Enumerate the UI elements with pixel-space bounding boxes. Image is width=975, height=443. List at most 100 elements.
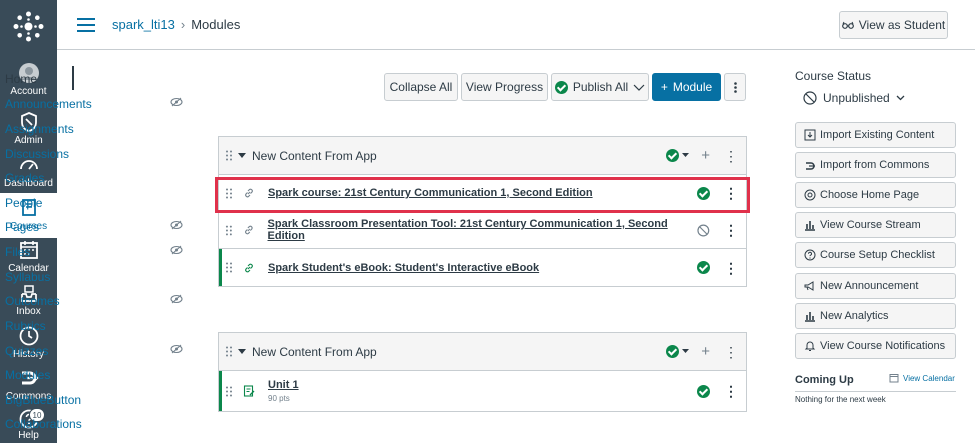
new-analytics-button[interactable]: New Analytics [795,303,956,329]
side-button-label: New Announcement [820,280,919,292]
drag-handle-icon[interactable] [225,150,233,161]
publish-all-label: Publish All [572,80,629,94]
item-kebab-icon[interactable]: ⋮ [724,261,738,275]
nothing-next-week-text: Nothing for the next week [795,395,886,404]
drag-handle-icon[interactable] [225,386,233,397]
module-header[interactable]: New Content From App + ⋮ [219,137,746,175]
module-header[interactable]: New Content From App + ⋮ [219,333,746,371]
course-nav-outcomes[interactable]: Outcomes [5,294,60,308]
course-nav-pages[interactable]: Pages [5,220,39,234]
canvas-logo-icon[interactable] [12,10,45,43]
course-nav-modules[interactable]: Modules [5,368,50,382]
calendar-icon [889,374,899,383]
course-nav-files[interactable]: Files [5,245,30,259]
course-setup-checklist-button[interactable]: Course Setup Checklist [795,242,956,268]
add-module-button[interactable]: + Module [652,73,721,101]
unpublished-icon[interactable] [697,224,710,237]
question-circle-icon [804,249,816,261]
chevron-down-icon [633,84,645,91]
module-kebab-icon[interactable]: ⋮ [724,345,738,359]
course-nav-grades[interactable]: Grades [5,171,44,185]
drag-handle-icon[interactable] [225,225,233,236]
course-nav-rubrics[interactable]: Rubrics [5,319,46,333]
module-item-row[interactable]: Spark Classroom Presentation Tool: 21st … [219,212,746,249]
item-published-icon[interactable] [697,261,710,274]
module-kebab-icon[interactable]: ⋮ [724,149,738,163]
commons-icon [806,162,815,170]
view-course-stream-button[interactable]: View Course Stream [795,212,956,238]
module-item-row[interactable]: Spark course: 21st Century Communication… [219,175,746,212]
breadcrumb-course-link[interactable]: spark_lti13 [112,17,175,32]
module-item-link[interactable]: Spark Student's eBook: Student's Interac… [268,262,539,274]
view-as-student-button[interactable]: View as Student [839,11,948,39]
item-kebab-icon[interactable]: ⋮ [724,384,738,398]
hidden-eye-icon [170,245,183,255]
view-as-student-label: View as Student [858,18,946,32]
module-item-row[interactable]: Spark Student's eBook: Student's Interac… [219,249,746,286]
item-points: 90 pts [268,394,290,403]
item-kebab-icon[interactable]: ⋮ [724,186,738,200]
course-status-heading: Course Status [795,69,872,83]
course-nav-announcements[interactable]: Announcements [5,97,92,111]
item-published-icon[interactable] [697,186,710,200]
collapse-caret-icon[interactable] [238,348,246,355]
module-item-link[interactable]: Spark Classroom Presentation Tool: 21st … [268,218,698,242]
import-from-commons-button[interactable]: Import from Commons [795,152,956,178]
active-nav-indicator [72,66,74,90]
course-nav-collaborations[interactable]: Collaborations [5,417,82,431]
hidden-eye-icon [170,220,183,230]
view-progress-button[interactable]: View Progress [461,73,548,101]
drag-handle-icon[interactable] [225,262,233,273]
more-options-button[interactable] [724,73,746,101]
published-check-icon [554,80,568,94]
side-button-label: Import from Commons [820,159,930,171]
gnav-label: Admin [14,135,43,146]
collapse-caret-icon[interactable] [238,152,246,159]
course-nav-syllabus[interactable]: Syllabus [5,270,50,284]
module-2: New Content From App + ⋮ Unit 1 90 pts ⋮ [218,332,747,412]
item-kebab-icon[interactable]: ⋮ [724,223,738,237]
external-link-icon [245,263,253,272]
course-status-dropdown[interactable]: Unpublished [803,91,905,105]
side-button-label: View Course Stream [820,219,921,231]
course-nav-home[interactable]: Home [5,72,37,86]
course-menu-toggle-button[interactable] [77,18,95,32]
course-nav-quizzes[interactable]: Quizzes [5,344,48,358]
course-nav-people[interactable]: People [5,196,42,210]
module-published-icon[interactable] [666,149,680,162]
assignment-icon [243,385,255,397]
chevron-down-icon [896,95,905,101]
plus-icon: + [660,80,668,94]
choose-home-page-button[interactable]: Choose Home Page [795,182,956,208]
item-published-icon[interactable] [697,384,710,398]
module-item-link[interactable]: Unit 1 [268,379,299,391]
course-nav-discussions[interactable]: Discussions [5,147,69,161]
course-nav-bigbluebutton[interactable]: BigBlueButton [5,393,81,407]
kebab-menu-icon [733,81,737,93]
import-existing-content-button[interactable]: Import Existing Content [795,122,956,148]
add-item-plus-icon[interactable]: + [701,343,710,360]
header-divider [57,49,975,50]
drag-handle-icon[interactable] [225,188,233,199]
publish-all-button[interactable]: Publish All [551,73,649,101]
chevron-down-icon[interactable] [682,349,690,354]
new-announcement-button[interactable]: New Announcement [795,273,956,299]
bell-icon [804,341,816,351]
module-title: New Content From App [252,344,377,359]
view-calendar-link[interactable]: View Calendar [889,373,955,383]
module-item-link[interactable]: Spark course: 21st Century Communication… [268,187,593,199]
drag-handle-icon[interactable] [225,346,233,357]
module-published-icon[interactable] [666,345,680,358]
view-course-notifications-button[interactable]: View Course Notifications [795,333,956,359]
course-nav-assignments[interactable]: Assignments [5,122,74,136]
side-button-label: New Analytics [820,310,889,322]
module-item-row[interactable]: Unit 1 90 pts ⋮ [219,371,746,411]
external-link-icon [244,225,253,235]
coming-up-heading: Coming Up [795,374,854,386]
import-icon [804,129,816,141]
chevron-down-icon[interactable] [682,153,690,158]
collapse-all-button[interactable]: Collapse All [384,73,458,101]
course-status-value: Unpublished [823,91,890,105]
add-item-plus-icon[interactable]: + [701,147,710,164]
side-button-label: View Course Notifications [820,340,946,352]
